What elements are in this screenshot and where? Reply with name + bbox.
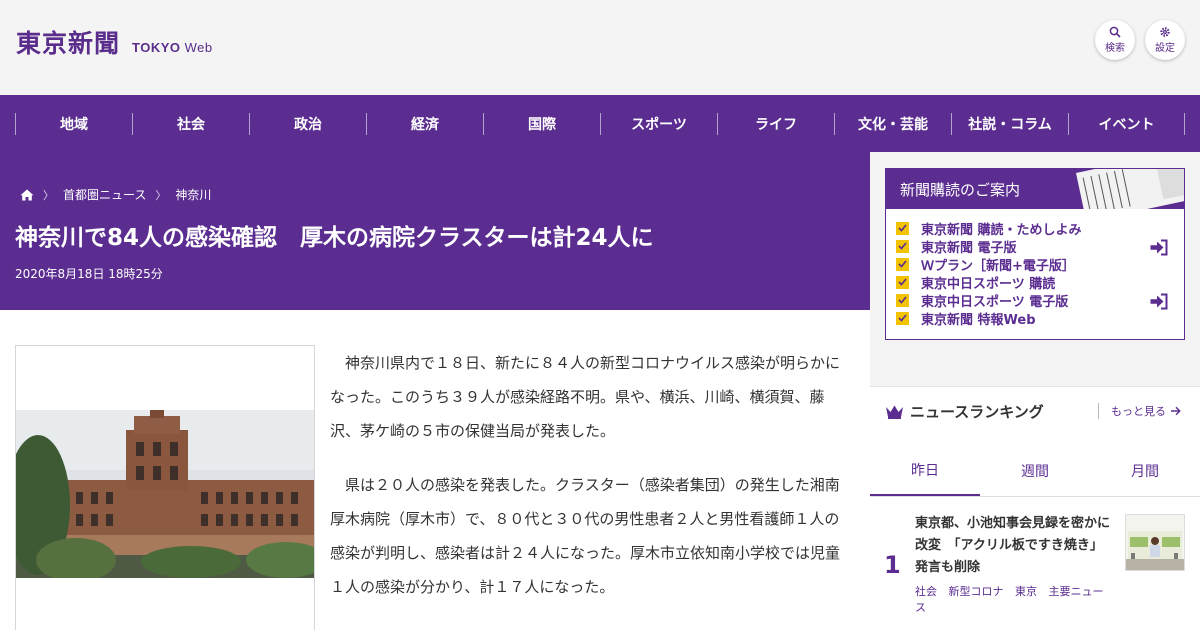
article-paragraph: 県は２０人の感染を発表した。クラスター（感染者集団）の発生した湘南厚木病院（厚木… <box>330 476 841 596</box>
logo-japanese: 東京新聞 <box>16 29 121 58</box>
nav-item-culture[interactable]: 文化・芸能 <box>834 112 951 135</box>
nav-item-region[interactable]: 地域 <box>15 112 132 135</box>
news-ranking: ニュースランキング もっと見る 昨日 週間 月間 1 東京都、小池知事会見録を密… <box>870 386 1200 630</box>
subscription-item-label: 東京新聞 電子版 <box>921 240 1017 256</box>
subscription-item-label: 東京中日スポーツ 購読 <box>921 276 1056 292</box>
ranking-title: ニュースランキング <box>910 403 1044 421</box>
article-paragraph: 神奈川県内で１８日、新たに８４人の新型コロナウイルス感染が明らかになった。このう… <box>330 354 841 440</box>
search-label: 検索 <box>1105 43 1125 54</box>
subscription-header[interactable]: 新聞購読のご案内 <box>886 169 1184 209</box>
article-title: 神奈川で84人の感染確認 厚木の病院クラスターは計24人に <box>15 225 654 251</box>
tag-link[interactable]: 東京 <box>1015 585 1037 598</box>
ranking-number: 1 <box>884 551 901 579</box>
subscription-list: 東京新聞 購読・ためしよみ 東京新聞 電子版 Ｗプラン［新聞+電子版］ 東京中日… <box>896 219 1082 328</box>
subscription-item[interactable]: 東京中日スポーツ 電子版 <box>896 291 1082 310</box>
logo-english-bold: TOKYO <box>132 40 181 55</box>
settings-label: 設定 <box>1155 43 1175 54</box>
nav-item-society[interactable]: 社会 <box>132 112 249 135</box>
nav-item-international[interactable]: 国際 <box>483 112 600 135</box>
tab-monthly[interactable]: 月間 <box>1090 445 1200 496</box>
nav-item-life[interactable]: ライフ <box>717 112 834 135</box>
subscription-item-label: Ｗプラン［新聞+電子版］ <box>921 258 1075 274</box>
gear-icon <box>1160 27 1170 37</box>
check-icon <box>896 257 909 271</box>
ranking-headline[interactable]: 東京都、小池知事会見録を密かに改変 「アクリル板ですき焼き」発言も削除 <box>915 513 1115 579</box>
ranking-tabs: 昨日 週間 月間 <box>870 445 1200 497</box>
subscription-item[interactable]: 東京中日スポーツ 購読 <box>896 273 1082 292</box>
subscription-item-label: 東京新聞 購読・ためしよみ <box>921 222 1082 238</box>
nav-item-sports[interactable]: スポーツ <box>600 112 717 135</box>
breadcrumb-separator: 〉 <box>155 188 167 202</box>
login-arrow-icon[interactable] <box>1149 239 1169 256</box>
subscription-item[interactable]: 東京新聞 特報Web <box>896 309 1082 328</box>
site-header: 東京新聞 TOKYO Web 検索 設定 <box>0 0 1200 95</box>
check-icon <box>896 221 909 235</box>
tab-yesterday[interactable]: 昨日 <box>870 445 980 496</box>
article-header: 〉 首都圏ニュース 〉 神奈川 神奈川で84人の感染確認 厚木の病院クラスターは… <box>0 152 870 310</box>
subscription-item-label: 東京新聞 特報Web <box>921 312 1036 328</box>
ranking-thumbnail[interactable] <box>1125 514 1185 571</box>
breadcrumb: 〉 首都圏ニュース 〉 神奈川 <box>20 186 211 203</box>
check-icon <box>896 239 909 253</box>
breadcrumb-item-kanagawa[interactable]: 神奈川 <box>175 186 211 203</box>
article-photo[interactable] <box>16 410 314 578</box>
login-arrow-icon[interactable] <box>1149 293 1169 310</box>
check-icon <box>896 293 909 307</box>
breadcrumb-separator: 〉 <box>43 188 54 202</box>
article-date: 2020年8月18日 18時25分 <box>15 267 163 281</box>
subscription-item-label: 東京中日スポーツ 電子版 <box>921 294 1069 310</box>
check-icon <box>896 311 909 325</box>
logo-english: TOKYO Web <box>132 40 213 55</box>
check-icon <box>896 275 909 289</box>
tag-link[interactable]: 新型コロナ <box>949 585 1004 598</box>
breadcrumb-item-capital[interactable]: 首都圏ニュース <box>63 186 146 203</box>
subscription-item[interactable]: Ｗプラン［新聞+電子版］ <box>896 255 1082 274</box>
press-conference-image <box>1126 515 1184 570</box>
tab-weekly[interactable]: 週間 <box>980 445 1090 496</box>
subscription-title: 新聞購読のご案内 <box>900 181 1021 199</box>
site-logo[interactable]: 東京新聞 TOKYO Web <box>16 24 213 60</box>
tag-link[interactable]: 社会 <box>915 585 937 598</box>
logo-english-light: Web <box>180 40 213 55</box>
search-button[interactable]: 検索 <box>1095 20 1135 60</box>
article-body: 神奈川県内で１８日、新たに８４人の新型コロナウイルス感染が明らかになった。このう… <box>0 310 870 630</box>
nav-item-politics[interactable]: 政治 <box>249 112 366 135</box>
search-icon <box>1109 26 1121 38</box>
nav-item-economy[interactable]: 経済 <box>366 112 483 135</box>
article-photo-frame <box>15 345 315 630</box>
ranking-heading: ニュースランキング <box>885 401 1044 422</box>
nav-item-events[interactable]: イベント <box>1068 112 1185 135</box>
nav-item-editorial[interactable]: 社説・コラム <box>951 112 1068 135</box>
settings-button[interactable]: 設定 <box>1145 20 1185 60</box>
crown-icon <box>886 405 903 419</box>
tag-link[interactable]: 主要ニュース <box>915 585 1104 614</box>
subscription-box: 新聞購読のご案内 東京新聞 購読・ためしよみ 東京新聞 電子版 Ｗプラン［新聞+… <box>885 168 1185 340</box>
more-link-label: もっと見る <box>1111 405 1166 418</box>
arrow-right-icon <box>1171 406 1181 416</box>
home-icon[interactable] <box>20 189 34 201</box>
subscription-item[interactable]: 東京新聞 電子版 <box>896 237 1082 256</box>
subscription-item[interactable]: 東京新聞 購読・ためしよみ <box>896 219 1082 238</box>
ranking-more-link[interactable]: もっと見る <box>1098 403 1181 419</box>
ranking-tags: 社会 新型コロナ 東京 主要ニュース <box>915 584 1120 616</box>
prefectural-office-building-image <box>16 410 314 578</box>
main-nav: 地域 社会 政治 経済 国際 スポーツ ライフ 文化・芸能 社説・コラム イベン… <box>0 95 1200 152</box>
